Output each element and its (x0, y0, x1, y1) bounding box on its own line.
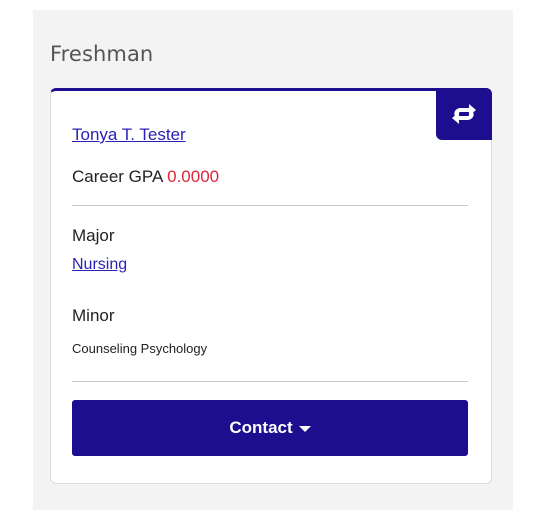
student-card: Tonya T. Tester Career GPA 0.0000 Major … (50, 88, 492, 484)
swap-arrows-icon (452, 104, 476, 124)
contact-button-label: Contact (229, 418, 293, 437)
major-label: Major (72, 226, 115, 245)
class-standing-title: Freshman (50, 42, 154, 66)
contact-dropdown-button[interactable]: Contact (72, 400, 468, 456)
minor-value: Counseling Psychology (72, 341, 208, 356)
caret-down-icon (298, 426, 311, 432)
swap-student-button[interactable] (436, 88, 492, 140)
student-panel: Freshman Tonya T. Tester Career GPA 0.00… (33, 10, 513, 510)
career-gpa: Career GPA 0.0000 (72, 167, 219, 187)
career-gpa-value: 0.0000 (167, 167, 220, 186)
minor-label: Minor (72, 306, 115, 325)
career-gpa-label: Career GPA (72, 167, 163, 186)
divider (72, 381, 468, 382)
major-link[interactable]: Nursing (72, 256, 127, 274)
divider (72, 205, 468, 206)
student-name-link[interactable]: Tonya T. Tester (72, 125, 186, 145)
